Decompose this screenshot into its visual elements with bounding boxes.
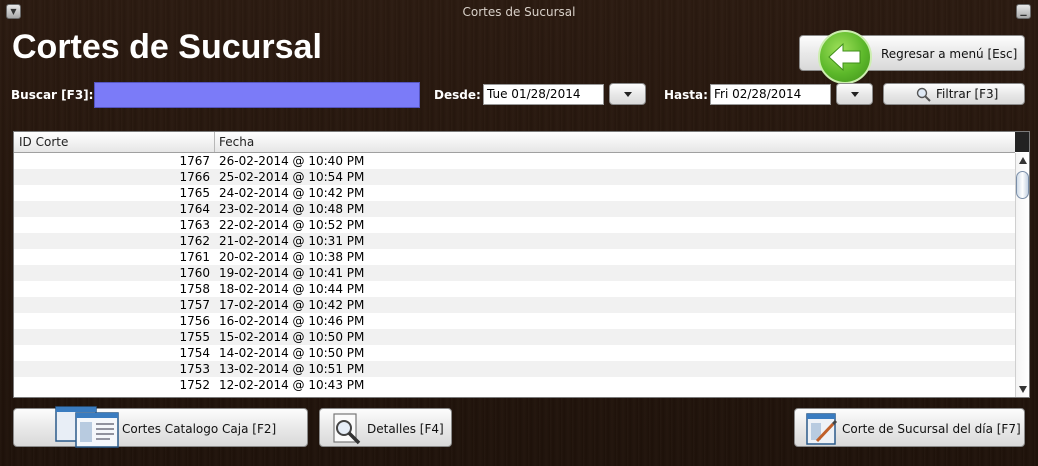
cell-fecha: 26-02-2014 @ 10:40 PM <box>219 154 365 168</box>
cell-fecha: 12-02-2014 @ 10:43 PM <box>219 378 365 392</box>
cell-fecha: 16-02-2014 @ 10:46 PM <box>219 314 365 328</box>
cell-id-corte: 1758 <box>179 282 210 296</box>
cell-fecha: 15-02-2014 @ 10:50 PM <box>219 330 365 344</box>
cell-id-corte: 1753 <box>179 362 210 376</box>
search-label: Buscar [F3]: <box>11 88 94 102</box>
to-date-label: Hasta: <box>664 88 708 102</box>
cortes-catalogo-caja-label: Cortes Catalogo Caja [F2] <box>122 422 277 436</box>
to-date-input[interactable]: Fri 02/28/2014 <box>710 84 831 105</box>
cell-fecha: 24-02-2014 @ 10:42 PM <box>219 186 365 200</box>
cortes-catalogo-caja-button[interactable]: Cortes Catalogo Caja [F2] <box>13 406 308 448</box>
table-header: ID Corte Fecha <box>14 132 1015 153</box>
chevron-down-icon <box>851 92 859 97</box>
table-row[interactable]: 1766 25-02-2014 @ 10:54 PM <box>14 169 1015 185</box>
cell-fecha: 19-02-2014 @ 10:41 PM <box>219 266 365 280</box>
document-stack-icon <box>54 405 120 452</box>
cell-id-corte: 1767 <box>179 154 210 168</box>
table-row[interactable]: 1764 23-02-2014 @ 10:48 PM <box>14 201 1015 217</box>
corte-sucursal-del-dia-label: Corte de Sucursal del día [F7] <box>842 422 1021 436</box>
cell-id-corte: 1760 <box>179 266 210 280</box>
detalles-button[interactable]: Detalles [F4] <box>319 408 452 447</box>
window-title: Cortes de Sucursal <box>462 5 576 19</box>
table-row[interactable]: 1753 13-02-2014 @ 10:51 PM <box>14 361 1015 377</box>
minimize-icon: ▁ <box>1020 7 1027 16</box>
cell-fecha: 18-02-2014 @ 10:44 PM <box>219 282 365 296</box>
chevron-down-icon <box>624 92 632 97</box>
magnifier-icon <box>916 87 932 105</box>
cell-id-corte: 1761 <box>179 250 210 264</box>
cell-fecha: 20-02-2014 @ 10:38 PM <box>219 250 365 264</box>
table-row[interactable]: 1755 15-02-2014 @ 10:50 PM <box>14 329 1015 345</box>
table-header-corner <box>1015 132 1029 152</box>
cell-id-corte: 1757 <box>179 298 210 312</box>
table-row[interactable]: 1761 20-02-2014 @ 10:38 PM <box>14 249 1015 265</box>
magnifier-document-icon <box>332 413 362 448</box>
page-title: Cortes de Sucursal <box>12 28 322 66</box>
cell-fecha: 23-02-2014 @ 10:48 PM <box>219 202 365 216</box>
filter-button[interactable]: Filtrar [F3] <box>883 83 1025 105</box>
window-titlebar: ▼ Cortes de Sucursal ▁ <box>0 0 1038 24</box>
cell-id-corte: 1763 <box>179 218 210 232</box>
column-header-fecha[interactable]: Fecha <box>219 135 254 149</box>
cell-id-corte: 1762 <box>179 234 210 248</box>
cortes-table: ID Corte Fecha 1767 26-02-2014 @ 10:40 PM… <box>13 131 1030 398</box>
green-left-arrow-icon <box>818 30 872 84</box>
table-row[interactable]: 1752 12-02-2014 @ 10:43 PM <box>14 377 1015 393</box>
filter-button-label: Filtrar [F3] <box>936 87 999 101</box>
scroll-down-arrow-icon[interactable] <box>1019 386 1027 393</box>
table-row[interactable]: 1760 19-02-2014 @ 10:41 PM <box>14 265 1015 281</box>
column-divider[interactable] <box>214 132 215 152</box>
table-row[interactable]: 1757 17-02-2014 @ 10:42 PM <box>14 297 1015 313</box>
cell-fecha: 22-02-2014 @ 10:52 PM <box>219 218 365 232</box>
back-to-menu-label: Regresar a menú [Esc] <box>881 47 1018 61</box>
cell-id-corte: 1752 <box>179 378 210 392</box>
cell-id-corte: 1756 <box>179 314 210 328</box>
window-minimize-button[interactable]: ▁ <box>1016 4 1031 19</box>
table-body: 1767 26-02-2014 @ 10:40 PM 1766 25-02-2014 … <box>14 153 1015 393</box>
cell-id-corte: 1764 <box>179 202 210 216</box>
to-date-dropdown-button[interactable] <box>836 83 873 105</box>
table-row[interactable]: 1765 24-02-2014 @ 10:42 PM <box>14 185 1015 201</box>
column-header-id-corte[interactable]: ID Corte <box>19 135 68 149</box>
table-row[interactable]: 1767 26-02-2014 @ 10:40 PM <box>14 153 1015 169</box>
from-date-dropdown-button[interactable] <box>609 83 646 105</box>
scrollbar-thumb[interactable] <box>1016 171 1029 199</box>
table-row[interactable]: 1754 14-02-2014 @ 10:50 PM <box>14 345 1015 361</box>
from-date-input[interactable]: Tue 01/28/2014 <box>483 84 604 105</box>
table-row[interactable]: 1762 21-02-2014 @ 10:31 PM <box>14 233 1015 249</box>
vertical-scrollbar[interactable] <box>1015 153 1029 397</box>
table-row[interactable]: 1758 18-02-2014 @ 10:44 PM <box>14 281 1015 297</box>
detalles-label: Detalles [F4] <box>367 422 444 436</box>
cell-fecha: 25-02-2014 @ 10:54 PM <box>219 170 365 184</box>
back-to-menu-button[interactable]: Regresar a menú [Esc] <box>799 30 1025 84</box>
corte-sucursal-del-dia-button[interactable]: Corte de Sucursal del día [F7] <box>794 408 1025 447</box>
from-date-label: Desde: <box>434 88 481 102</box>
cell-id-corte: 1754 <box>179 346 210 360</box>
cell-fecha: 21-02-2014 @ 10:31 PM <box>219 234 365 248</box>
table-row[interactable]: 1756 16-02-2014 @ 10:46 PM <box>14 313 1015 329</box>
search-input[interactable] <box>94 82 420 108</box>
cell-fecha: 14-02-2014 @ 10:50 PM <box>219 346 365 360</box>
cell-id-corte: 1765 <box>179 186 210 200</box>
cell-fecha: 17-02-2014 @ 10:42 PM <box>219 298 365 312</box>
scroll-up-arrow-icon[interactable] <box>1019 157 1027 164</box>
table-row[interactable]: 1763 22-02-2014 @ 10:52 PM <box>14 217 1015 233</box>
edit-document-icon <box>805 412 839 449</box>
cell-id-corte: 1755 <box>179 330 210 344</box>
cell-id-corte: 1766 <box>179 170 210 184</box>
cell-fecha: 13-02-2014 @ 10:51 PM <box>219 362 365 376</box>
